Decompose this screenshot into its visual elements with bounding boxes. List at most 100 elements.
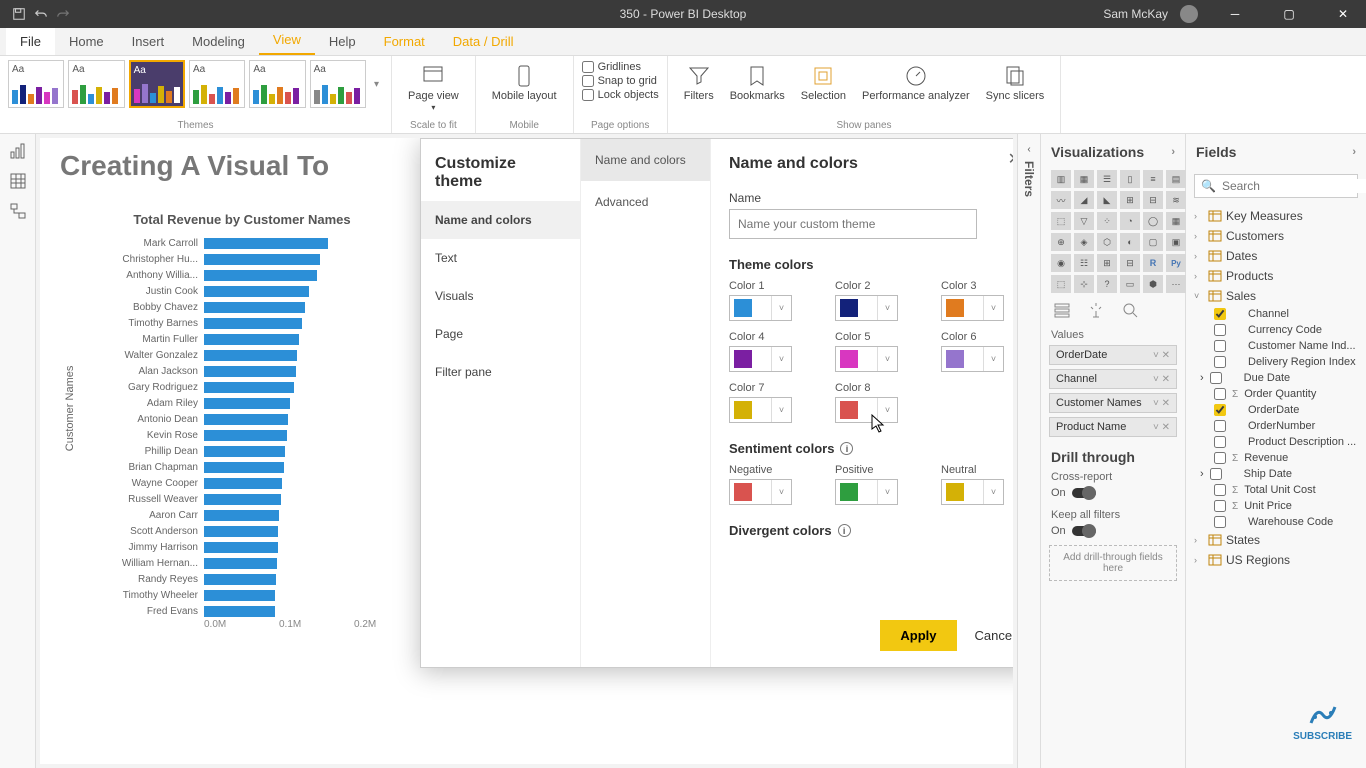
tab-datadrill[interactable]: Data / Drill bbox=[439, 28, 528, 55]
page-view-button[interactable]: Page view▾ bbox=[400, 60, 467, 117]
field-well-item[interactable]: Channel˅ ✕ bbox=[1049, 369, 1177, 389]
column-item[interactable]: Currency Code bbox=[1192, 322, 1360, 338]
color-picker[interactable]: ˅ bbox=[729, 397, 792, 423]
color-picker[interactable]: ˅ bbox=[941, 346, 1004, 372]
viz-stacked-column-icon[interactable]: ▦ bbox=[1074, 170, 1094, 188]
table-node[interactable]: ›US Regions bbox=[1192, 550, 1360, 570]
viz-table-icon[interactable]: ⊞ bbox=[1097, 254, 1117, 272]
color-picker[interactable]: ˅ bbox=[941, 295, 1004, 321]
color-picker[interactable]: ˅ bbox=[835, 295, 898, 321]
cross-report-toggle[interactable] bbox=[1072, 488, 1096, 498]
dlg-section-name-colors[interactable]: Name and colors bbox=[421, 201, 580, 239]
bookmarks-button[interactable]: Bookmarks bbox=[722, 60, 793, 107]
color-picker[interactable]: ˅ bbox=[941, 479, 1004, 505]
viz-pie-icon[interactable]: ◔ bbox=[1120, 212, 1140, 230]
color-picker[interactable]: ˅ bbox=[835, 397, 898, 423]
table-node[interactable]: ›Dates bbox=[1192, 246, 1360, 266]
tab-modeling[interactable]: Modeling bbox=[178, 28, 259, 55]
minimize-button[interactable]: ─ bbox=[1212, 0, 1258, 28]
viz-qna-icon[interactable]: ? bbox=[1097, 275, 1117, 293]
table-node[interactable]: ›Customers bbox=[1192, 226, 1360, 246]
table-node[interactable]: ›Key Measures bbox=[1192, 206, 1360, 226]
viz-clustered-bar-icon[interactable]: ☰ bbox=[1097, 170, 1117, 188]
viz-shape-map-icon[interactable]: ⬡ bbox=[1097, 233, 1117, 251]
search-input[interactable] bbox=[1222, 179, 1366, 193]
theme-thumb[interactable]: Aa bbox=[189, 60, 245, 108]
viz-more-icon[interactable]: ⋯ bbox=[1166, 275, 1186, 293]
field-well-item[interactable]: OrderDate˅ ✕ bbox=[1049, 345, 1177, 365]
viz-kpi-icon[interactable]: ◉ bbox=[1051, 254, 1071, 272]
column-item[interactable]: Product Description ... bbox=[1192, 434, 1360, 450]
apply-button[interactable]: Apply bbox=[880, 620, 956, 651]
viz-clustered-column-icon[interactable]: ▯ bbox=[1120, 170, 1140, 188]
dlg-sub-advanced[interactable]: Advanced bbox=[581, 181, 710, 223]
dlg-section-filter-pane[interactable]: Filter pane bbox=[421, 353, 580, 391]
column-item[interactable]: Customer Name Ind... bbox=[1192, 338, 1360, 354]
undo-icon[interactable] bbox=[34, 7, 48, 21]
chevron-right-icon[interactable]: › bbox=[1352, 146, 1356, 158]
tab-view[interactable]: View bbox=[259, 26, 315, 55]
avatar-icon[interactable] bbox=[1180, 5, 1198, 23]
fields-search[interactable]: 🔍 bbox=[1194, 174, 1358, 198]
bar-chart-visual[interactable]: Total Revenue by Customer Names Mark Car… bbox=[94, 208, 430, 764]
tab-home[interactable]: Home bbox=[55, 28, 118, 55]
model-view-icon[interactable] bbox=[9, 202, 27, 220]
field-well-item[interactable]: Customer Names˅ ✕ bbox=[1049, 393, 1177, 413]
info-icon[interactable]: i bbox=[838, 524, 851, 537]
theme-thumb[interactable]: Aa bbox=[68, 60, 124, 108]
theme-thumb[interactable]: Aa bbox=[310, 60, 366, 108]
tab-insert[interactable]: Insert bbox=[118, 28, 179, 55]
viz-donut-icon[interactable]: ◯ bbox=[1143, 212, 1163, 230]
maximize-button[interactable]: ▢ bbox=[1266, 0, 1312, 28]
column-item[interactable]: Delivery Region Index bbox=[1192, 354, 1360, 370]
dlg-sub-name-colors[interactable]: Name and colors bbox=[581, 139, 710, 181]
themes-gallery[interactable]: Aa Aa Aa Aa Aa Aa ▾ bbox=[8, 60, 383, 108]
theme-thumb-selected[interactable]: Aa bbox=[129, 60, 185, 108]
viz-area-icon[interactable]: ◢ bbox=[1074, 191, 1094, 209]
viz-stacked-bar-icon[interactable]: ▥ bbox=[1051, 170, 1071, 188]
subscribe-badge[interactable]: SUBSCRIBE bbox=[1293, 701, 1352, 742]
data-view-icon[interactable] bbox=[9, 172, 27, 190]
report-view-icon[interactable] bbox=[9, 142, 27, 160]
viz-r-icon[interactable]: R bbox=[1143, 254, 1163, 272]
viz-line-clustered-icon[interactable]: ⊟ bbox=[1143, 191, 1163, 209]
column-item[interactable]: ΣTotal Unit Cost bbox=[1192, 482, 1360, 498]
fields-tab-icon[interactable] bbox=[1053, 301, 1071, 319]
viz-ribbon-icon[interactable]: ≋ bbox=[1166, 191, 1186, 209]
viz-waterfall-icon[interactable]: ⬚ bbox=[1051, 212, 1071, 230]
viz-funnel-icon[interactable]: ▽ bbox=[1074, 212, 1094, 230]
filters-collapsed-pane[interactable]: ‹ Filters bbox=[1017, 134, 1041, 768]
viz-slicer-icon[interactable]: ☷ bbox=[1074, 254, 1094, 272]
table-node[interactable]: ›States bbox=[1192, 530, 1360, 550]
close-icon[interactable]: ✕ bbox=[1008, 149, 1013, 169]
tab-format[interactable]: Format bbox=[370, 28, 439, 55]
viz-filled-map-icon[interactable]: ◈ bbox=[1074, 233, 1094, 251]
viz-decomposition-icon[interactable]: ⊹ bbox=[1074, 275, 1094, 293]
lock-checkbox[interactable]: Lock objects bbox=[582, 88, 659, 102]
user-name[interactable]: Sam McKay bbox=[1103, 7, 1172, 21]
viz-arcgis-icon[interactable]: ⬢ bbox=[1143, 275, 1163, 293]
viz-map-icon[interactable]: ⊕ bbox=[1051, 233, 1071, 251]
cancel-button[interactable]: Cancel bbox=[975, 628, 1013, 643]
viz-treemap-icon[interactable]: ▦ bbox=[1166, 212, 1186, 230]
snap-checkbox[interactable]: Snap to grid bbox=[582, 74, 659, 88]
tab-file[interactable]: File bbox=[6, 28, 55, 55]
viz-line-column-icon[interactable]: ⊞ bbox=[1120, 191, 1140, 209]
column-item[interactable]: ›Due Date bbox=[1192, 370, 1360, 386]
viz-key-influencers-icon[interactable]: ⬚ bbox=[1051, 275, 1071, 293]
color-picker[interactable]: ˅ bbox=[835, 346, 898, 372]
format-tab-icon[interactable] bbox=[1087, 301, 1105, 319]
viz-scatter-icon[interactable]: ⁘ bbox=[1097, 212, 1117, 230]
viz-py-icon[interactable]: Py bbox=[1166, 254, 1186, 272]
dlg-section-page[interactable]: Page bbox=[421, 315, 580, 353]
field-well-item[interactable]: Product Name˅ ✕ bbox=[1049, 417, 1177, 437]
dlg-section-text[interactable]: Text bbox=[421, 239, 580, 277]
color-picker[interactable]: ˅ bbox=[729, 479, 792, 505]
viz-100-column-icon[interactable]: ▤ bbox=[1166, 170, 1186, 188]
color-picker[interactable]: ˅ bbox=[729, 295, 792, 321]
info-icon[interactable]: i bbox=[840, 442, 853, 455]
column-item[interactable]: OrderNumber bbox=[1192, 418, 1360, 434]
viz-100-bar-icon[interactable]: ≡ bbox=[1143, 170, 1163, 188]
column-item[interactable]: ›Ship Date bbox=[1192, 466, 1360, 482]
performance-button[interactable]: Performance analyzer bbox=[854, 60, 978, 107]
